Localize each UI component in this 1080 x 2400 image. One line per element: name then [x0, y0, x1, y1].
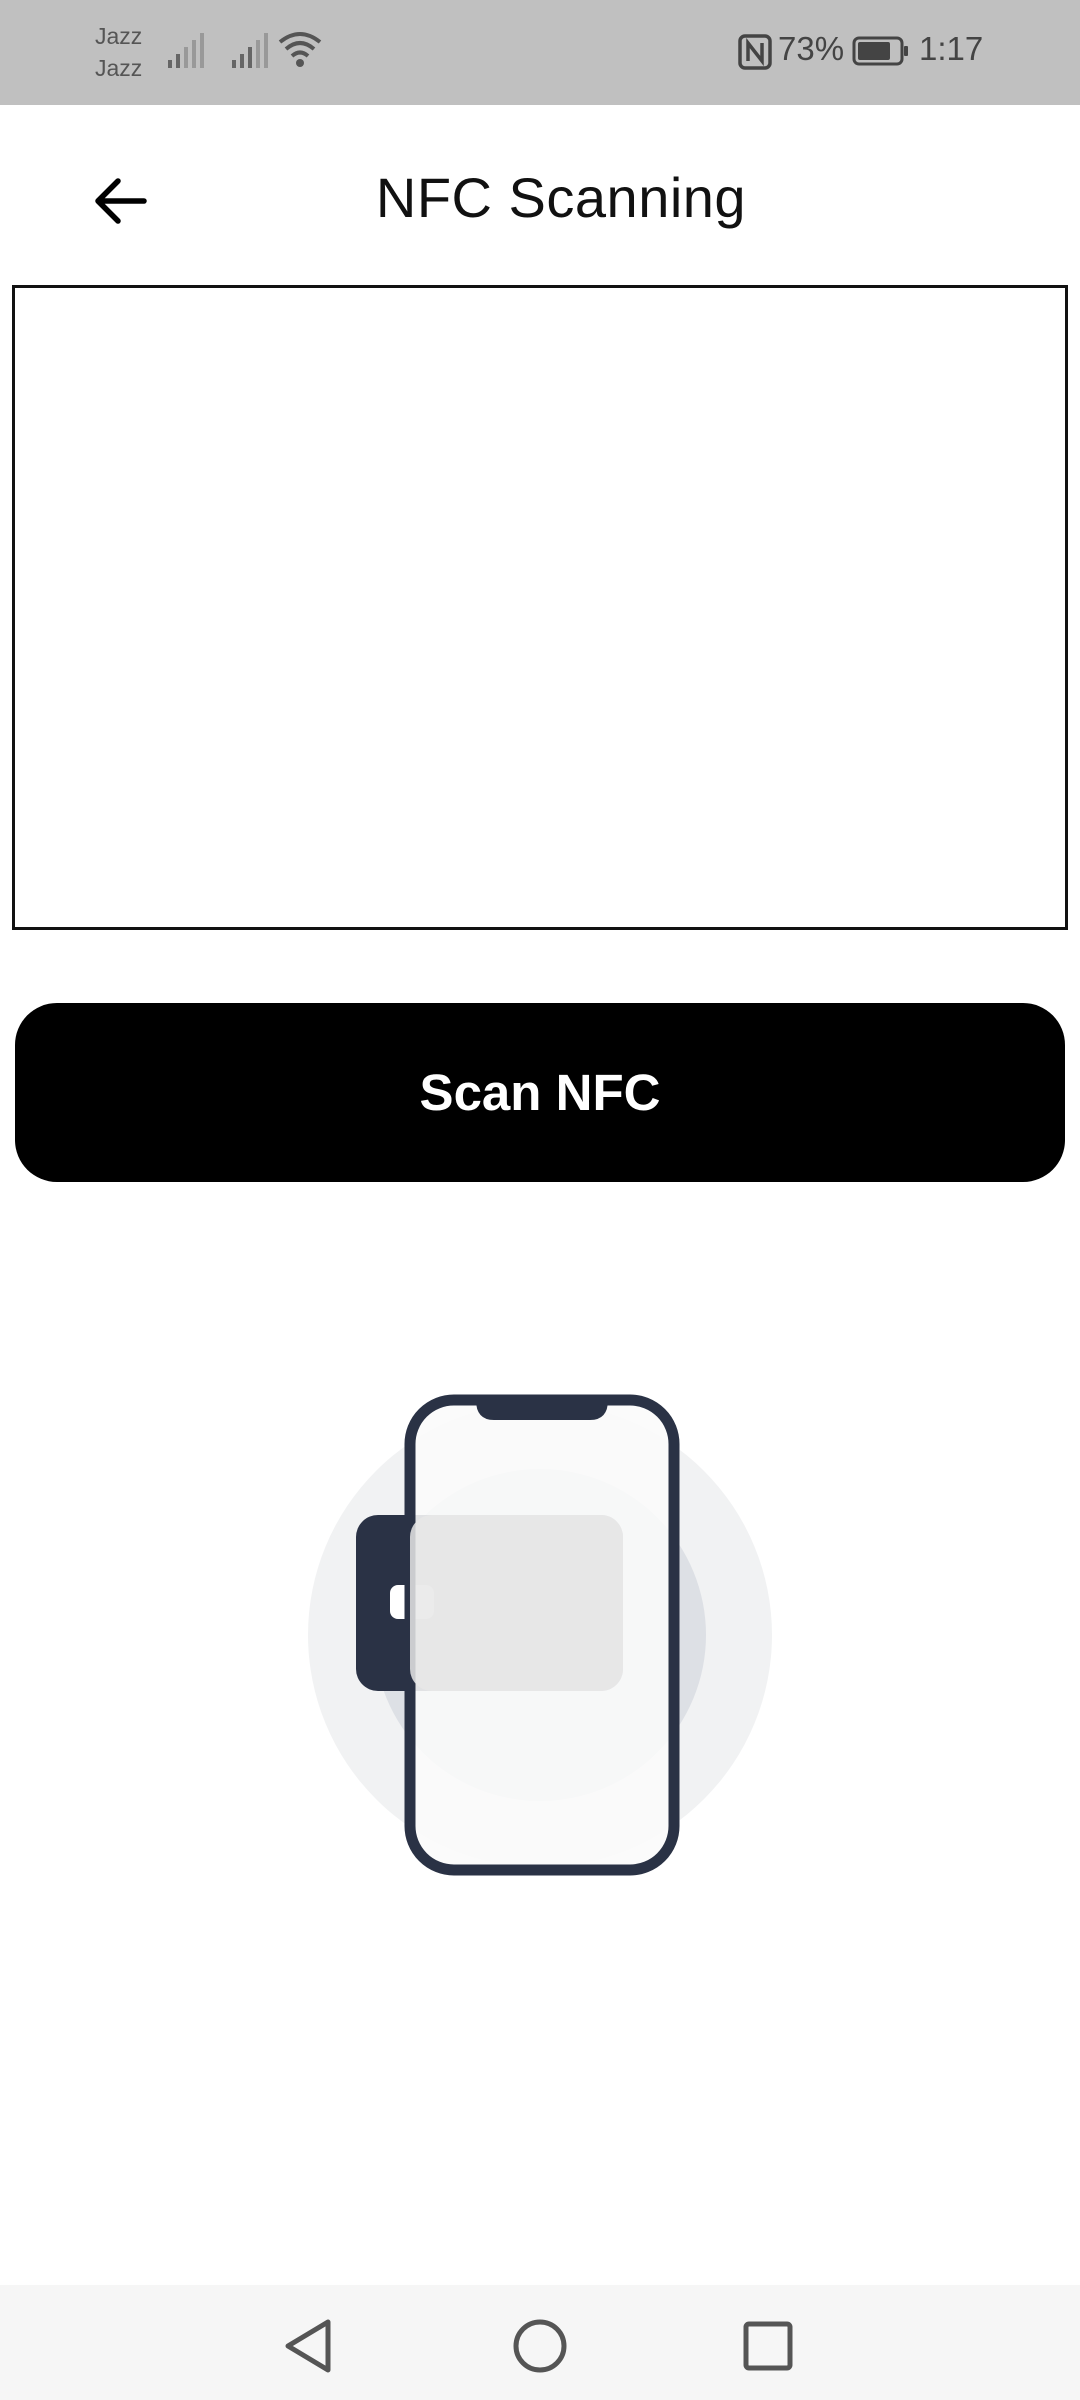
wifi-icon [278, 32, 322, 67]
battery-icon [852, 36, 908, 66]
triangle-back-icon [285, 2319, 331, 2373]
app-bar: NFC Scanning [0, 105, 1080, 275]
status-bar: Jazz Jazz 73% 1:17 [0, 0, 1080, 105]
system-nav-bar [0, 2285, 1080, 2400]
battery-percent: 73% [778, 30, 845, 67]
nfc-phone-card-illustration [308, 1394, 772, 1876]
clock: 1:17 [919, 30, 984, 67]
nav-recents-button[interactable] [733, 2311, 803, 2381]
card-ghost-overlay [410, 1515, 623, 1691]
phone-notch [476, 1400, 608, 1420]
page-title: NFC Scanning [375, 166, 747, 229]
signal-strength-icon [168, 33, 204, 68]
nav-back-button[interactable] [273, 2311, 343, 2381]
carrier-1-label: Jazz [95, 23, 143, 49]
carrier-2-label: Jazz [95, 55, 143, 81]
carrier-labels: Jazz Jazz [95, 20, 155, 84]
signal-strength-icon [232, 33, 268, 68]
square-recents-icon [743, 2321, 793, 2371]
circle-home-icon [513, 2319, 567, 2373]
scan-nfc-button[interactable]: Scan NFC [15, 1003, 1065, 1182]
nav-home-button[interactable] [505, 2311, 575, 2381]
nfc-result-box [12, 285, 1068, 930]
nfc-status-icon [738, 34, 772, 70]
